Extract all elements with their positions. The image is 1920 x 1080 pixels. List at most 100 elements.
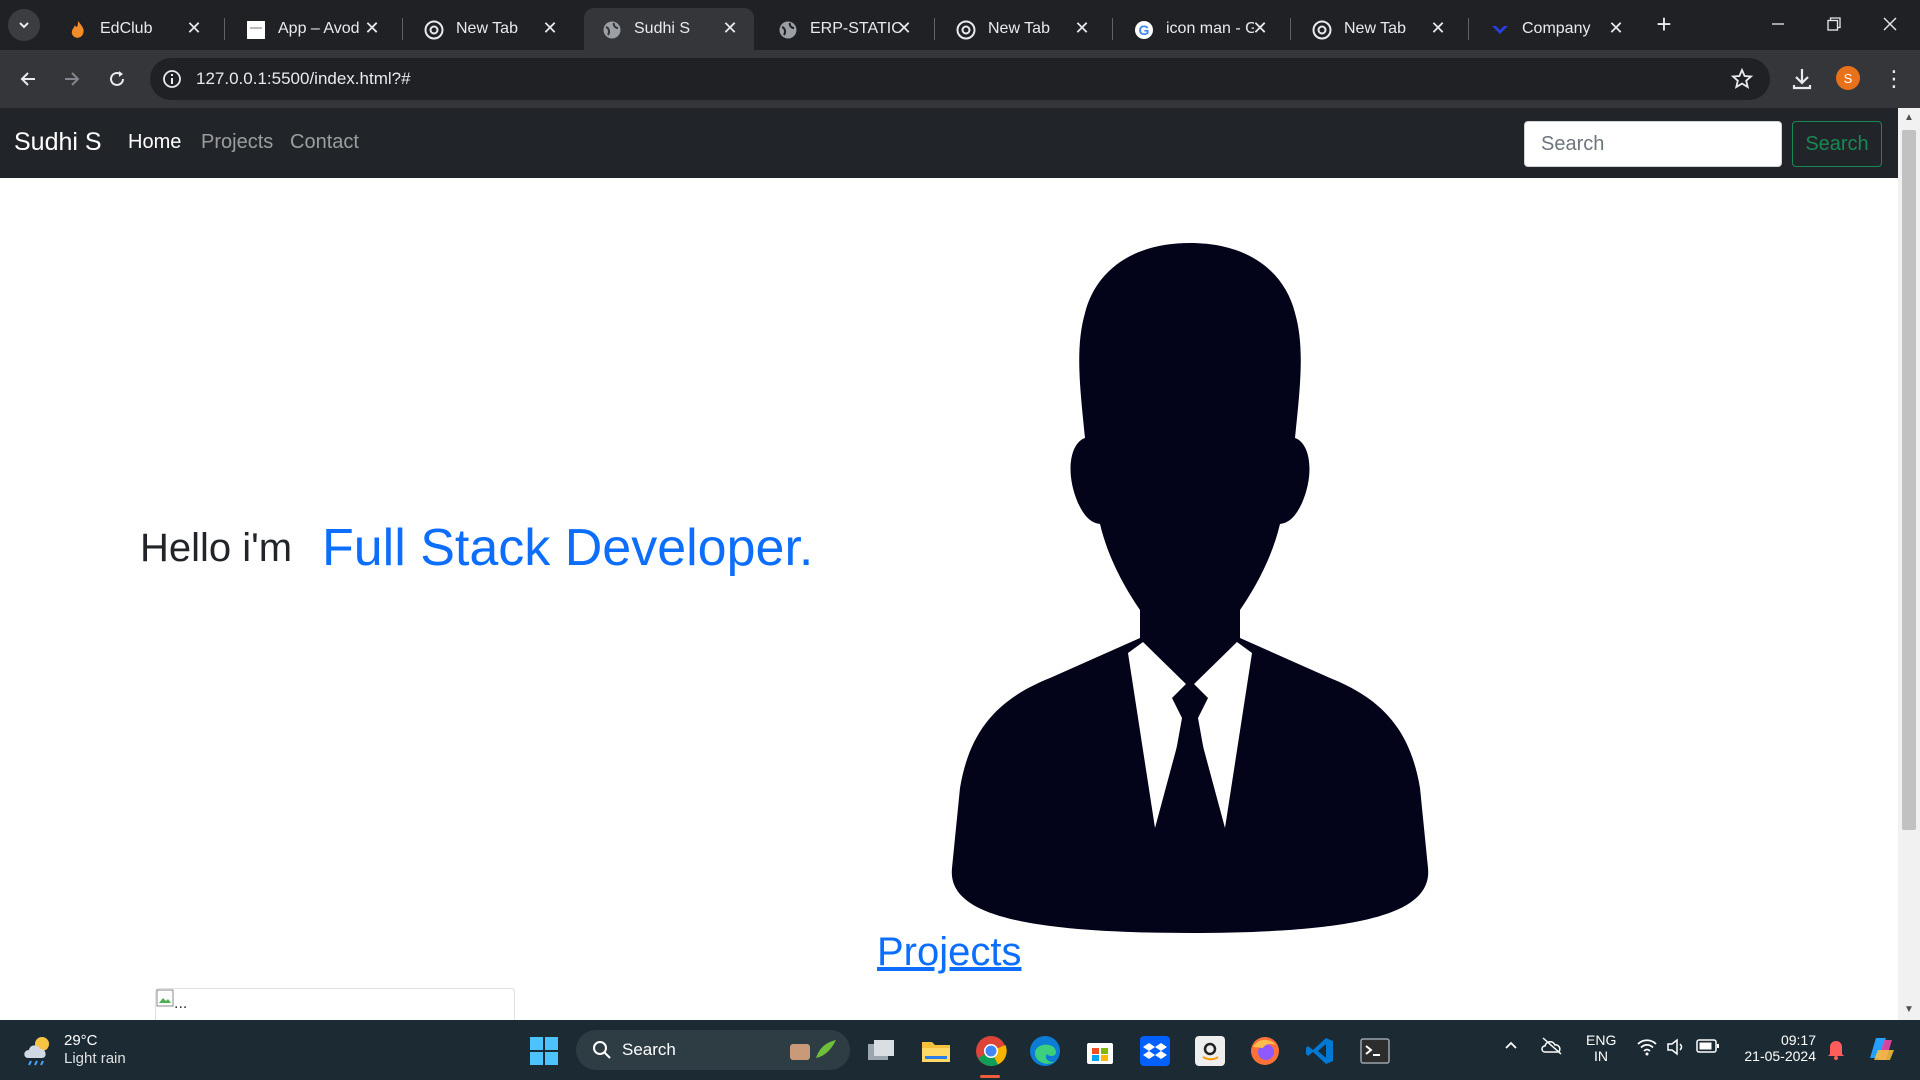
arrow-right-icon: [65, 72, 80, 86]
wifi-icon[interactable]: [1636, 1038, 1658, 1059]
tab-separator: [1112, 18, 1113, 40]
back-button[interactable]: [12, 63, 44, 95]
cloud-rain-icon: [24, 1037, 49, 1066]
site-search-button[interactable]: Search: [1792, 121, 1882, 167]
download-icon[interactable]: [1788, 65, 1816, 93]
reload-icon: [110, 71, 124, 86]
vscode-icon[interactable]: [1303, 1034, 1337, 1068]
tab-new-tab-3[interactable]: New Tab ✕: [1294, 8, 1462, 50]
forward-button[interactable]: [56, 63, 88, 95]
chrome-icon: [424, 20, 444, 40]
site-brand[interactable]: Sudhi S: [14, 128, 102, 157]
tab-title: ERP-STATIC WEB: [810, 20, 900, 37]
tab-separator: [224, 18, 225, 40]
file-explorer-icon[interactable]: [919, 1034, 953, 1068]
project-image-alt: ...: [174, 995, 188, 1012]
chrome-icon: [956, 20, 976, 40]
close-icon[interactable]: ✕: [1250, 18, 1270, 38]
arrow-left-icon: [20, 72, 35, 86]
edge-icon[interactable]: [1028, 1034, 1062, 1068]
tab-separator: [934, 18, 935, 40]
tab-icon-man-google[interactable]: G icon man - Google ✕: [1116, 8, 1284, 50]
address-bar[interactable]: 127.0.0.1:5500/index.html?#: [150, 58, 1770, 100]
start-button[interactable]: [527, 1034, 561, 1068]
scrollbar-thumb[interactable]: [1902, 130, 1916, 830]
tab-title: icon man - Google: [1166, 20, 1254, 37]
close-icon: [1883, 17, 1897, 31]
tab-company[interactable]: Company ✕: [1472, 8, 1640, 50]
tab-search-button[interactable]: [8, 9, 40, 41]
search-icon: [593, 1041, 611, 1059]
show-hidden-icons-chevron-icon[interactable]: [1502, 1036, 1520, 1057]
taskbar-search-box[interactable]: Search: [576, 1030, 850, 1070]
amazon-icon[interactable]: [1193, 1034, 1227, 1068]
minimize-icon: [1772, 23, 1784, 25]
terminal-icon[interactable]: [1358, 1034, 1392, 1068]
edclub-icon: [68, 20, 88, 40]
scroll-down-arrow-icon[interactable]: ▼: [1904, 1004, 1914, 1015]
page-icon: [246, 20, 266, 40]
clock-time: 09:17: [1780, 1032, 1816, 1048]
globe-icon: [778, 20, 798, 40]
more-menu-icon[interactable]: ⋮: [1880, 65, 1908, 93]
restore-icon: [1827, 17, 1841, 31]
task-view-icon[interactable]: [864, 1034, 898, 1068]
close-icon[interactable]: ✕: [362, 18, 382, 38]
tab-separator: [1290, 18, 1291, 40]
tab-separator: [402, 18, 403, 40]
bookmark-star-icon[interactable]: [1730, 67, 1754, 91]
svg-text:G: G: [1139, 22, 1150, 38]
close-icon[interactable]: ✕: [1428, 18, 1448, 38]
page-viewport: Sudhi S Home Projects Contact Search Hel…: [0, 108, 1920, 1020]
chrome-taskbar-icon[interactable]: [974, 1034, 1008, 1068]
weather-widget[interactable]: 29°C Light rain: [20, 1030, 170, 1070]
nav-link-projects[interactable]: Projects: [201, 131, 273, 154]
battery-icon[interactable]: [1696, 1038, 1720, 1057]
url-text[interactable]: 127.0.0.1:5500/index.html?#: [196, 69, 411, 89]
projects-heading-link[interactable]: Projects: [877, 930, 1022, 975]
businessman-silhouette-image: [951, 243, 1429, 933]
close-window-button[interactable]: [1870, 6, 1910, 42]
restore-button[interactable]: [1814, 6, 1854, 42]
firefox-icon[interactable]: [1248, 1034, 1282, 1068]
close-icon[interactable]: ✕: [894, 18, 914, 38]
profile-avatar[interactable]: S: [1836, 66, 1860, 90]
site-search-input[interactable]: [1524, 121, 1782, 167]
tab-sudhi-s[interactable]: Sudhi S ✕: [584, 8, 754, 50]
weather-temperature: 29°C: [64, 1032, 98, 1049]
tab-edclub[interactable]: EdClub ✕: [50, 8, 218, 50]
new-tab-button[interactable]: +: [1650, 9, 1678, 39]
windows-taskbar: 29°C Light rain Search ENG IN 09:17 21-0…: [0, 1020, 1920, 1080]
info-icon[interactable]: [162, 69, 182, 89]
scrollbar[interactable]: ▲ ▼: [1898, 108, 1920, 1020]
close-icon[interactable]: ✕: [1606, 18, 1626, 38]
search-highlight-icon: [790, 1040, 836, 1060]
company-icon: [1490, 20, 1510, 40]
reload-button[interactable]: [101, 63, 133, 95]
close-icon[interactable]: ✕: [540, 18, 560, 38]
copilot-icon[interactable]: [1864, 1032, 1898, 1069]
region-code: IN: [1594, 1048, 1608, 1064]
tab-new-tab[interactable]: New Tab ✕: [406, 8, 574, 50]
close-icon[interactable]: ✕: [1072, 18, 1092, 38]
nav-link-home[interactable]: Home: [128, 131, 181, 154]
tab-new-tab-2[interactable]: New Tab ✕: [938, 8, 1106, 50]
notification-bell-icon[interactable]: [1826, 1038, 1846, 1063]
clock[interactable]: 09:17 21-05-2024: [1736, 1032, 1816, 1064]
close-icon[interactable]: ✕: [184, 18, 204, 38]
minimize-button[interactable]: [1758, 6, 1798, 42]
project-card[interactable]: ...: [155, 988, 515, 1020]
close-icon[interactable]: ✕: [720, 18, 740, 38]
language-indicator[interactable]: ENG IN: [1586, 1032, 1616, 1064]
chevron-down-icon: [19, 22, 29, 29]
microsoft-store-icon[interactable]: [1083, 1034, 1117, 1068]
nav-link-contact[interactable]: Contact: [290, 131, 359, 154]
windows-logo-icon: [530, 1037, 558, 1065]
tab-erp-static[interactable]: ERP-STATIC WEB ✕: [760, 8, 928, 50]
dropbox-icon[interactable]: [1138, 1034, 1172, 1068]
onedrive-offline-icon[interactable]: [1540, 1036, 1564, 1059]
tab-app-avodha[interactable]: App – Avodha ✕: [228, 8, 396, 50]
scroll-up-arrow-icon[interactable]: ▲: [1904, 112, 1914, 123]
broken-image-icon: [156, 989, 174, 1007]
volume-icon[interactable]: [1666, 1038, 1686, 1059]
